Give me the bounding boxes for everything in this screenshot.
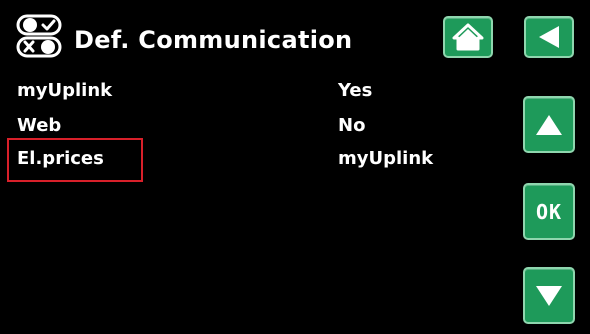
back-button[interactable] [524, 16, 574, 58]
scroll-down-button[interactable] [523, 267, 575, 324]
ok-button[interactable]: OK [523, 183, 575, 240]
setting-value: myUplink [338, 148, 434, 169]
setting-row-myuplink[interactable]: myUplink Yes [0, 75, 500, 107]
back-arrow-icon [535, 23, 563, 51]
scroll-up-button[interactable] [523, 96, 575, 153]
highlight-box [7, 138, 143, 182]
screen: Def. Communication myUplink Yes Web No E… [0, 0, 590, 334]
arrow-down-icon [534, 284, 564, 308]
home-icon [452, 22, 484, 52]
setting-label: Web [17, 115, 62, 136]
setting-label: myUplink [17, 80, 113, 101]
setting-value: No [338, 115, 366, 136]
ok-label: OK [535, 199, 563, 224]
setting-value: Yes [338, 80, 373, 101]
arrow-up-icon [534, 113, 564, 137]
page-title: Def. Communication [74, 26, 353, 54]
home-button[interactable] [443, 16, 493, 58]
toggle-switches-icon [16, 13, 62, 59]
